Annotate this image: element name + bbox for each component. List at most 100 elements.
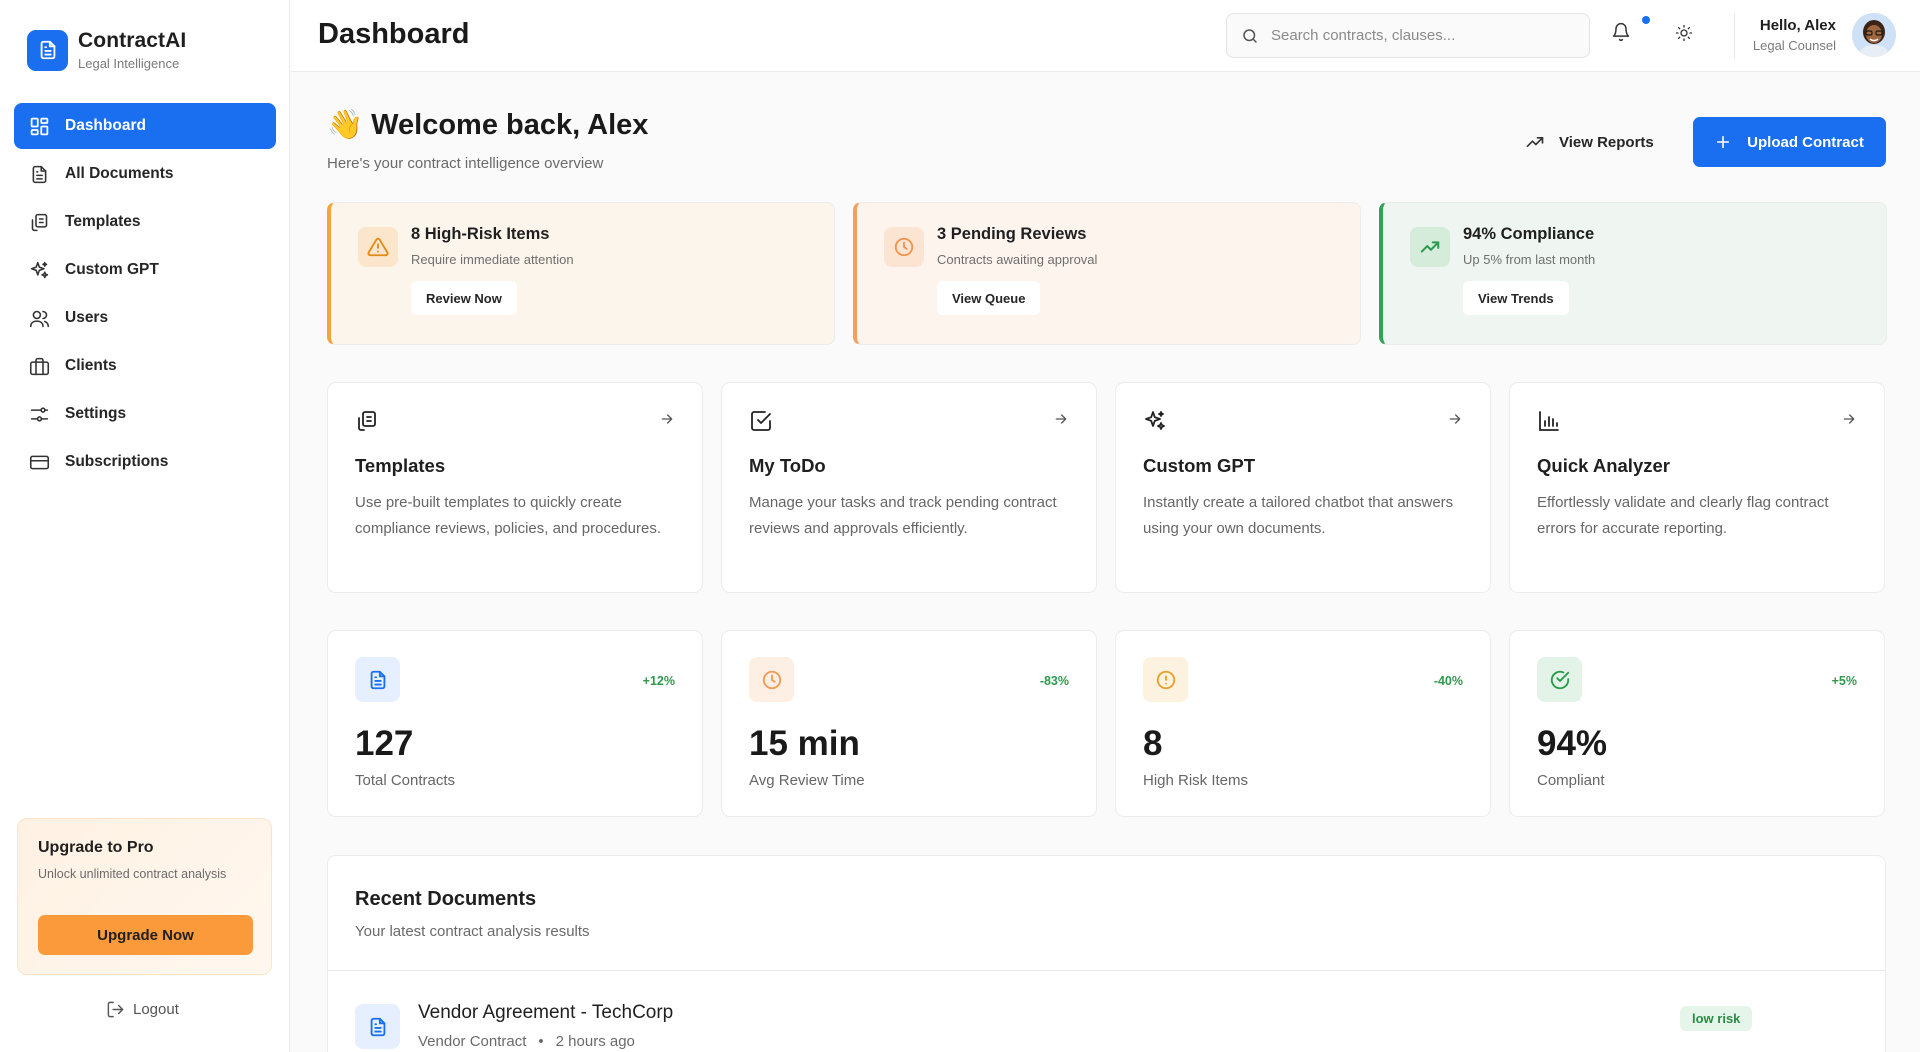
dashboard-icon [28,115,50,137]
sidebar-item-label: Templates [65,213,141,230]
feature-desc: Manage your tasks and track pending cont… [749,494,1057,537]
stat-card-compliant: +5% 94% Compliant [1509,630,1885,817]
sidebar-item-label: Dashboard [65,117,146,134]
sidebar-item-clients[interactable]: Clients [14,343,276,389]
stat-label: High Risk Items [1143,772,1249,789]
sidebar-item-all-documents[interactable]: All Documents [14,151,276,197]
alert-desc: Require immediate attention [411,252,574,267]
feature-card-custom-gpt[interactable]: Custom GPT Instantly create a tailored c… [1115,382,1491,593]
notification-dot [1642,16,1650,24]
sidebar-nav: Dashboard All Documents Templates Custom… [14,103,276,487]
sidebar-item-label: Subscriptions [65,453,169,470]
credit-card-icon [28,451,50,473]
stat-label: Compliant [1537,772,1605,789]
arrow-right-icon [1447,411,1463,427]
document-meta: Vendor Contract • 2 hours ago [418,1033,635,1050]
upgrade-card: Upgrade to Pro Unlock unlimited contract… [17,818,272,975]
stat-change: +5% [1831,674,1857,688]
alert-title: 8 High-Risk Items [411,225,550,243]
sparkle-icon [28,259,50,281]
notifications-button[interactable] [1611,22,1631,42]
top-header: Dashboard Hello, Alex Legal Counsel [291,0,1920,72]
feature-card-quick-analyzer[interactable]: Quick Analyzer Effortlessly validate and… [1509,382,1885,593]
welcome-title: Welcome back, Alex [371,109,649,141]
logo-document-icon [27,29,68,71]
logout-button[interactable]: Logout [106,1000,179,1019]
welcome-heading: 👋 Welcome back, Alex [327,108,648,142]
view-reports-button[interactable]: View Reports [1513,117,1666,167]
stat-change: -83% [1039,674,1069,688]
warning-icon [358,227,398,267]
arrow-right-icon [1053,411,1069,427]
theme-toggle-button[interactable] [1675,24,1693,42]
upload-contract-button[interactable]: Upload Contract [1693,117,1886,167]
sidebar-item-label: Users [65,309,109,326]
clock-icon [749,657,794,702]
sliders-icon [28,403,50,425]
view-reports-label: View Reports [1559,133,1654,151]
stat-card-avg-review-time: -83% 15 min Avg Review Time [721,630,1097,817]
copy-icon [28,211,50,233]
alert-title: 94% Compliance [1463,225,1595,243]
feature-desc: Instantly create a tailored chatbot that… [1143,494,1454,537]
sidebar-item-templates[interactable]: Templates [14,199,276,245]
wave-icon: 👋 [327,109,364,141]
stat-change: +12% [642,674,675,688]
brand-tagline: Legal Intelligence [78,56,180,71]
feature-title: Quick Analyzer [1537,455,1670,476]
logout-icon [106,1000,125,1019]
alert-desc: Contracts awaiting approval [937,252,1098,267]
view-trends-button[interactable]: View Trends [1463,281,1569,315]
feature-card-templates[interactable]: Templates Use pre-built templates to qui… [327,382,703,593]
alert-desc: Up 5% from last month [1463,252,1596,267]
document-name: Vendor Agreement - TechCorp [418,1002,674,1023]
sidebar-item-label: Settings [65,405,127,422]
sidebar-item-subscriptions[interactable]: Subscriptions [14,439,276,485]
stat-card-total-contracts: +12% 127 Total Contracts [327,630,703,817]
stat-value: 94% [1537,724,1608,763]
stat-card-high-risk-items: -40% 8 High Risk Items [1115,630,1491,817]
upgrade-now-button[interactable]: Upgrade Now [38,915,253,955]
briefcase-icon [28,355,50,377]
recent-documents: Recent Documents Your latest contract an… [327,855,1886,1052]
sparkle-icon [1143,409,1167,433]
upgrade-desc: Unlock unlimited contract analysis [38,867,227,881]
checkbox-icon [749,409,773,433]
feature-card-my-todo[interactable]: My ToDo Manage your tasks and track pend… [721,382,1097,593]
search-icon [1241,27,1259,45]
avatar[interactable] [1852,13,1896,57]
feature-desc: Effortlessly validate and clearly flag c… [1537,494,1829,537]
arrow-right-icon [1841,411,1857,427]
divider [328,970,1885,971]
review-now-button[interactable]: Review Now [411,281,517,315]
alert-pending-reviews: 3 Pending Reviews Contracts awaiting app… [853,202,1361,345]
bell-icon [1611,22,1631,42]
arrow-right-icon [659,411,675,427]
alert-circle-icon [1143,657,1188,702]
clock-icon [884,227,924,267]
view-queue-button[interactable]: View Queue [937,281,1041,315]
bar-chart-icon [1537,409,1561,433]
plus-icon [1715,134,1731,150]
feature-title: Templates [355,455,446,476]
stat-value: 127 [355,724,414,763]
user-name: Hello, Alex [1759,17,1836,34]
feature-title: Custom GPT [1143,455,1256,476]
brand[interactable]: ContractAI Legal Intelligence [27,29,186,71]
table-row[interactable]: Vendor Agreement - TechCorp Vendor Contr… [355,1002,1855,1052]
stat-label: Total Contracts [355,772,456,789]
recent-title: Recent Documents [355,888,537,910]
logout-label: Logout [133,1001,179,1018]
sidebar-item-dashboard[interactable]: Dashboard [14,103,276,149]
document-icon [355,1004,400,1049]
sidebar-item-users[interactable]: Users [14,295,276,341]
separator-dot: • [538,1033,544,1050]
page-title: Dashboard [318,18,470,50]
sidebar-item-label: Clients [65,357,117,374]
sidebar-item-settings[interactable]: Settings [14,391,276,437]
search-input[interactable] [1271,27,1571,44]
user-info[interactable]: Hello, Alex Legal Counsel [1753,17,1836,53]
trending-up-icon [1410,227,1450,267]
sidebar-item-custom-gpt[interactable]: Custom GPT [14,247,276,293]
search-box[interactable] [1226,13,1590,58]
